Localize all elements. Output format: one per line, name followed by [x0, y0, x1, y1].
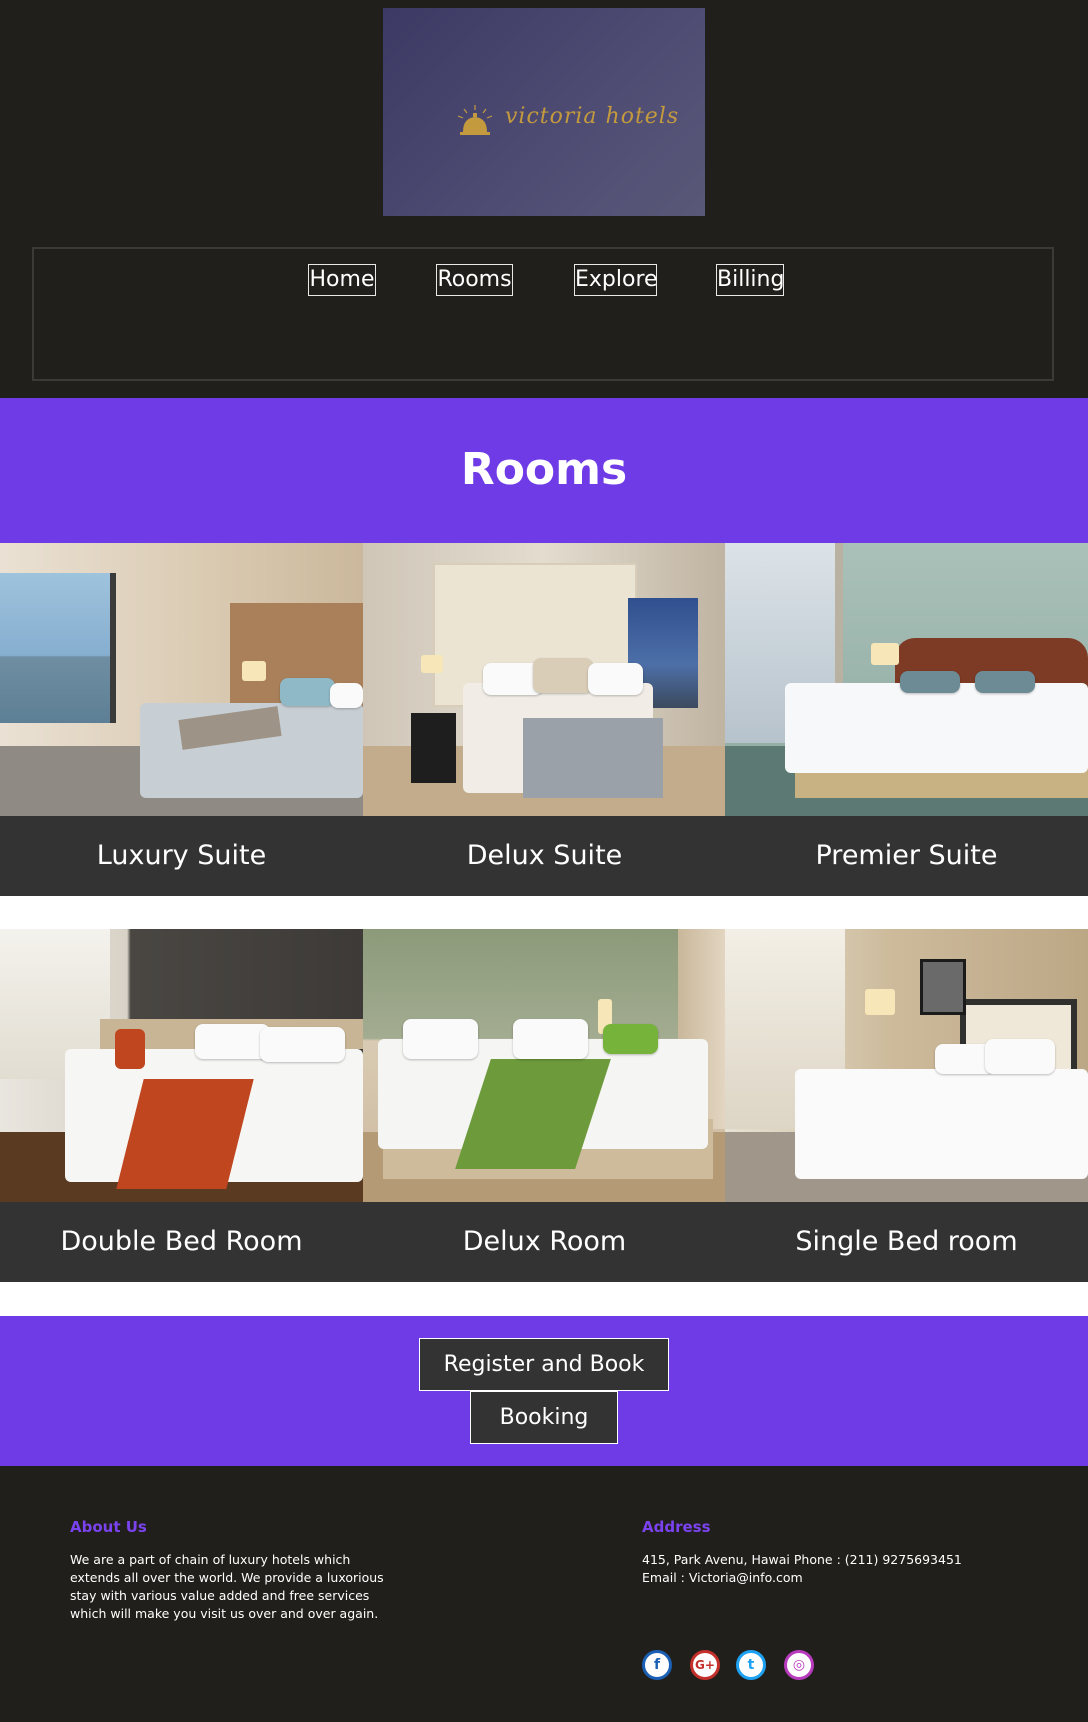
- navigation-bar: [32, 247, 1054, 381]
- room-card[interactable]: Delux Suite: [363, 543, 726, 896]
- address-heading: Address: [642, 1518, 711, 1536]
- room-photo: [0, 929, 363, 1202]
- room-photo: [725, 543, 1088, 816]
- room-card[interactable]: Double Bed Room: [0, 929, 363, 1282]
- about-line: which will make you visit us over and ov…: [70, 1606, 379, 1621]
- nav-billing[interactable]: Billing: [716, 264, 784, 296]
- room-label: Single Bed room: [725, 1202, 1088, 1282]
- about-line: stay with various value added and free s…: [70, 1588, 370, 1603]
- room-card[interactable]: Delux Room: [363, 929, 726, 1282]
- address-line: 415, Park Avenu, Hawai Phone : (211) 927…: [642, 1552, 962, 1567]
- about-heading: About Us: [70, 1518, 147, 1536]
- room-label: Delux Suite: [363, 816, 726, 896]
- nav-explore[interactable]: Explore: [574, 264, 658, 296]
- nav-rooms[interactable]: Rooms: [436, 264, 513, 296]
- register-and-book-button[interactable]: Register and Book: [419, 1338, 669, 1391]
- page-title: Rooms: [460, 444, 628, 495]
- logo-text: victoria hotels: [505, 104, 680, 129]
- room-card[interactable]: Premier Suite: [725, 543, 1088, 896]
- room-photo: [363, 543, 726, 816]
- room-card[interactable]: Single Bed room: [725, 929, 1088, 1282]
- room-label: Luxury Suite: [0, 816, 363, 896]
- hotel-logo[interactable]: victoria hotels: [383, 8, 705, 216]
- bell-icon: [457, 105, 493, 135]
- room-photo: [363, 929, 726, 1202]
- room-label: Double Bed Room: [0, 1202, 363, 1282]
- about-text: We are a part of chain of luxury hotels …: [70, 1551, 384, 1623]
- instagram-icon[interactable]: ◎: [784, 1650, 814, 1680]
- facebook-icon[interactable]: f: [642, 1650, 672, 1680]
- google-plus-icon[interactable]: G+: [690, 1650, 720, 1680]
- room-photo: [725, 929, 1088, 1202]
- address-line: Email : Victoria@info.com: [642, 1570, 803, 1585]
- twitter-icon[interactable]: t: [736, 1650, 766, 1680]
- nav-home[interactable]: Home: [308, 264, 376, 296]
- about-line: We are a part of chain of luxury hotels …: [70, 1552, 351, 1567]
- room-photo: [0, 543, 363, 816]
- room-card[interactable]: Luxury Suite: [0, 543, 363, 896]
- room-label: Delux Room: [363, 1202, 726, 1282]
- booking-button[interactable]: Booking: [470, 1391, 618, 1444]
- room-label: Premier Suite: [725, 816, 1088, 896]
- address-text: 415, Park Avenu, Hawai Phone : (211) 927…: [642, 1551, 962, 1587]
- about-line: extends all over the world. We provide a…: [70, 1570, 384, 1585]
